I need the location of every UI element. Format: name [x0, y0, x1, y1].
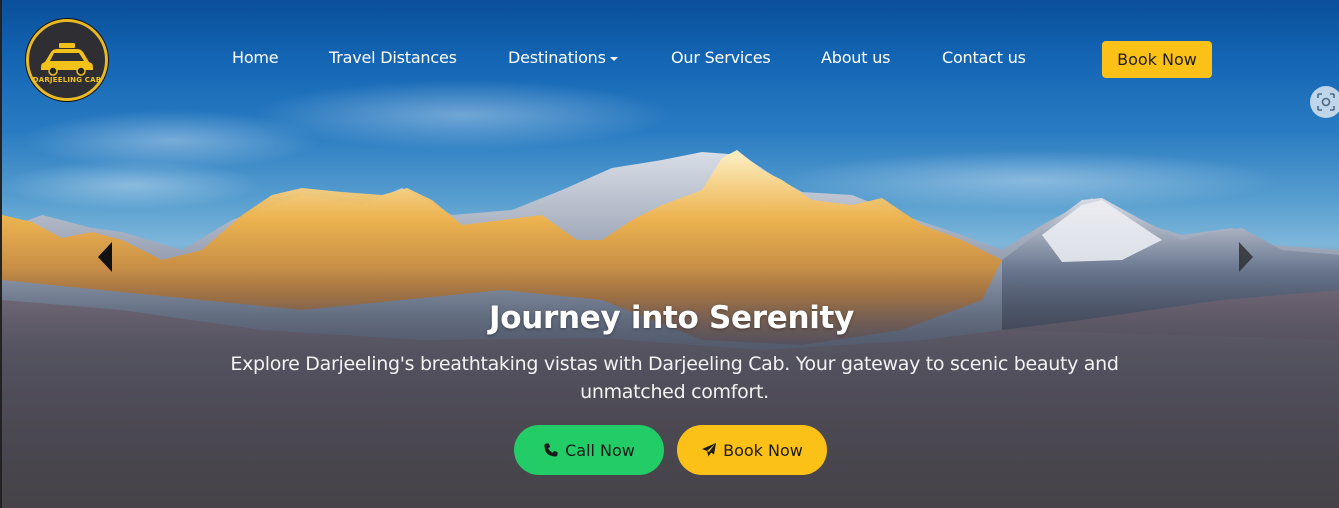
carousel-prev-icon[interactable]	[98, 242, 112, 272]
nav-about-us[interactable]: About us	[821, 48, 890, 67]
call-now-label: Call Now	[565, 440, 635, 460]
nav-contact-us[interactable]: Contact us	[942, 48, 1026, 67]
nav-our-services[interactable]: Our Services	[671, 48, 771, 67]
chevron-down-icon	[609, 56, 618, 61]
scan-icon	[1317, 93, 1335, 111]
nav-destinations[interactable]: Destinations	[508, 48, 618, 67]
hero-carousel: DARJEELING CAB Home Travel Distances Des…	[0, 0, 1339, 508]
nav-travel-distances[interactable]: Travel Distances	[329, 48, 457, 67]
book-now-nav-button[interactable]: Book Now	[1102, 41, 1212, 78]
hero-subtitle: Explore Darjeeling's breathtaking vistas…	[230, 353, 1119, 403]
call-now-button[interactable]: Call Now	[514, 425, 664, 475]
hero-title: Journey into Serenity	[489, 300, 854, 336]
book-now-hero-button[interactable]: Book Now	[677, 425, 827, 475]
nav-destinations-label: Destinations	[508, 48, 606, 67]
paper-plane-icon	[702, 443, 717, 457]
scan-button[interactable]	[1310, 86, 1339, 118]
logo-text: DARJEELING CAB	[32, 76, 102, 84]
nav-home[interactable]: Home	[232, 48, 279, 67]
carousel-next-icon[interactable]	[1239, 242, 1253, 272]
phone-icon	[544, 443, 558, 457]
book-now-label: Book Now	[723, 440, 803, 460]
